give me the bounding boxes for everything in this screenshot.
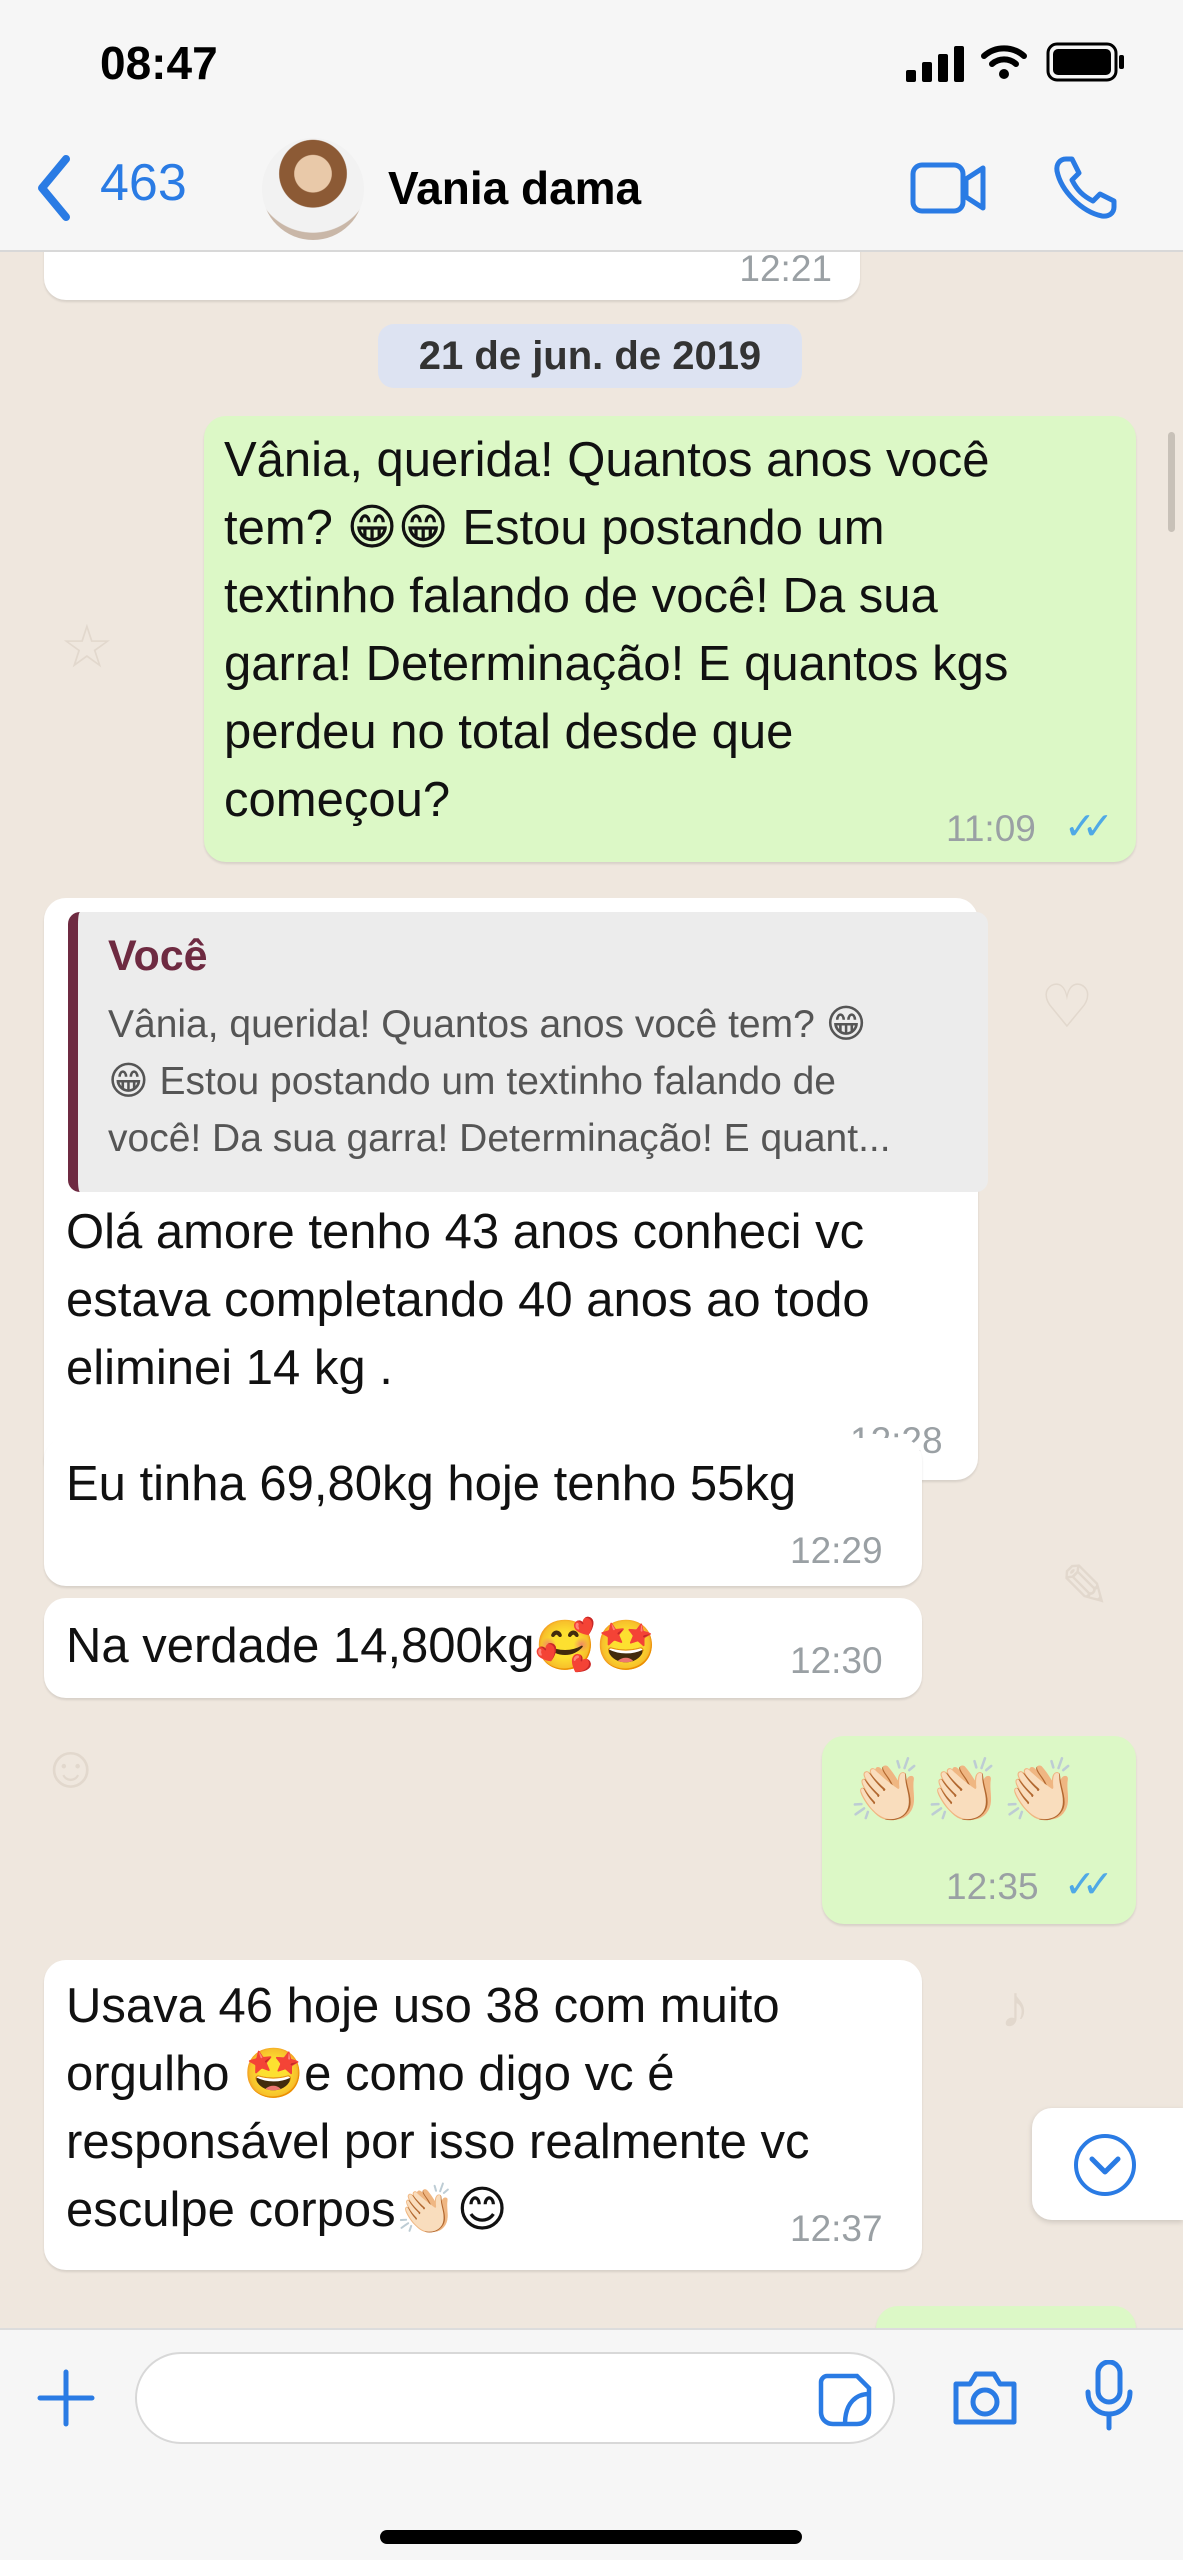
back-unread-count[interactable]: 463: [100, 153, 187, 213]
message-bubble-outgoing[interactable]: 👏🏻👏🏻👏🏻 12:35 ✓✓: [822, 1736, 1136, 1924]
chat-header: 463 Vania dama: [0, 125, 1183, 252]
quote-author: Você: [108, 932, 208, 980]
scroll-to-bottom-button[interactable]: [1032, 2108, 1183, 2220]
message-bubble-partial[interactable]: 12:21: [44, 252, 860, 300]
input-bar: [0, 2328, 1183, 2560]
scroll-indicator[interactable]: [1168, 432, 1175, 532]
cellular-signal-icon: [906, 46, 964, 82]
message-bubble-incoming[interactable]: Você Vânia, querida! Quantos anos você t…: [44, 898, 988, 1480]
video-camera-icon[interactable]: [910, 159, 986, 217]
message-text: Usava 46 hoje uso 38 com muito orgulho 🤩…: [66, 1979, 810, 2237]
message-time: 12:21: [739, 252, 832, 289]
phone-icon[interactable]: [1052, 155, 1118, 221]
message-bubble-outgoing[interactable]: Vânia, querida! Quantos anos você tem? 😁…: [204, 416, 1136, 862]
message-time: 12:35: [946, 1866, 1039, 1907]
message-input[interactable]: [135, 2352, 895, 2444]
double-check-icon: ✓✓: [1064, 806, 1114, 848]
quote-text: Vânia, querida! Quantos anos você tem? 😁…: [108, 1003, 891, 1160]
quoted-message[interactable]: Você Vânia, querida! Quantos anos você t…: [68, 912, 988, 1192]
double-check-icon: ✓✓: [1064, 1864, 1114, 1906]
message-time: 12:30: [790, 1640, 883, 1681]
chat-area[interactable]: ☆ ♡ ☺ ✎ ♪ 12:21 21 de jun. de 2019 Vânia…: [0, 252, 1183, 2328]
message-text: Olá amore tenho 43 anos conheci vc estav…: [66, 1205, 870, 1395]
message-time: 12:37: [790, 2208, 883, 2249]
message-text: Eu tinha 69,80kg hoje tenho 55kg: [66, 1457, 797, 1511]
status-time: 08:47: [100, 37, 218, 89]
message-text: 👏🏻👏🏻👏🏻: [848, 1757, 1080, 1826]
avatar[interactable]: [262, 138, 364, 240]
sticker-icon[interactable]: [817, 2372, 873, 2428]
battery-icon: [1046, 42, 1124, 82]
contact-name[interactable]: Vania dama: [388, 161, 641, 215]
wifi-icon: [981, 45, 1027, 79]
message-text: Vânia, querida! Quantos anos você tem? 😁…: [224, 433, 1009, 827]
message-bubble-incoming[interactable]: Na verdade 14,800kg🥰🤩 12:30: [44, 1598, 922, 1698]
message-bubble-partial[interactable]: [876, 2306, 1136, 2328]
message-time: 11:09: [946, 808, 1036, 849]
message-text: Na verdade 14,800kg🥰🤩: [66, 1619, 657, 1673]
plus-icon[interactable]: [36, 2368, 96, 2428]
status-bar: 08:47: [0, 0, 1183, 125]
message-time: 12:29: [790, 1530, 883, 1571]
chevron-down-circle-icon: [1074, 2134, 1136, 2196]
microphone-icon[interactable]: [1084, 2360, 1134, 2432]
home-indicator[interactable]: [380, 2530, 802, 2544]
camera-icon[interactable]: [950, 2366, 1020, 2428]
message-bubble-incoming[interactable]: Eu tinha 69,80kg hoje tenho 55kg 12:29: [44, 1438, 922, 1586]
chevron-left-icon[interactable]: [34, 155, 74, 221]
message-bubble-incoming[interactable]: Usava 46 hoje uso 38 com muito orgulho 🤩…: [44, 1960, 922, 2270]
date-divider: 21 de jun. de 2019: [378, 324, 802, 388]
